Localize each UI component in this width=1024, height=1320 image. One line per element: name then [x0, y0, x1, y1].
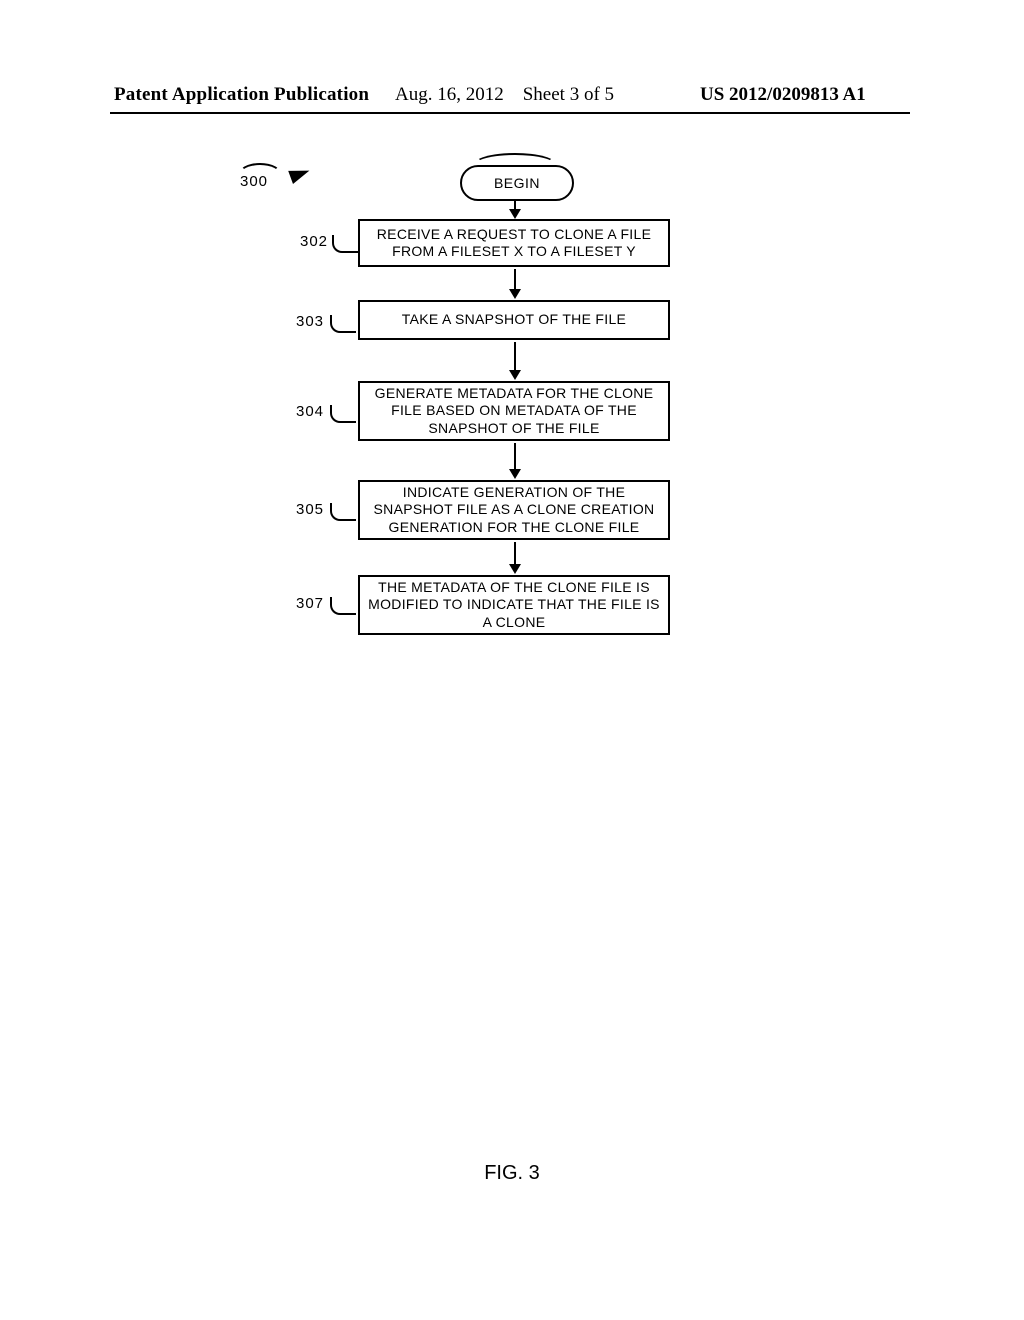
flow-step-302: RECEIVE A REQUEST TO CLONE A FILE FROM A…: [358, 219, 670, 267]
flow-step-307-text: THE METADATA OF THE CLONE FILE IS MODIFI…: [366, 579, 662, 632]
header-rule: [110, 112, 910, 114]
arrow-303-to-304: [514, 342, 516, 378]
flow-step-305: INDICATE GENERATION OF THE SNAPSHOT FILE…: [358, 480, 670, 540]
header-sheet: Sheet 3 of 5: [523, 84, 614, 105]
leader-302-icon: [332, 235, 358, 253]
ref-305: 305: [296, 501, 324, 518]
flow-step-303: TAKE A SNAPSHOT OF THE FILE: [358, 300, 670, 340]
flow-step-307: THE METADATA OF THE CLONE FILE IS MODIFI…: [358, 575, 670, 635]
arc-begin: [473, 153, 557, 165]
ref-303: 303: [296, 313, 324, 330]
arrow-305-to-307: [514, 542, 516, 572]
leader-305-icon: [330, 503, 356, 521]
pointer-300-icon: [288, 164, 312, 184]
flow-step-302-text: RECEIVE A REQUEST TO CLONE A FILE FROM A…: [366, 226, 662, 261]
flow-step-305-text: INDICATE GENERATION OF THE SNAPSHOT FILE…: [366, 484, 662, 537]
ref-302: 302: [300, 233, 328, 250]
flow-step-303-text: TAKE A SNAPSHOT OF THE FILE: [402, 311, 626, 329]
header-pub-number: US 2012/0209813 A1: [700, 84, 866, 106]
ref-307: 307: [296, 595, 324, 612]
leader-307-icon: [330, 597, 356, 615]
leader-303-icon: [330, 315, 356, 333]
flow-begin-label: BEGIN: [494, 175, 540, 191]
ref-304: 304: [296, 403, 324, 420]
flow-step-304: GENERATE METADATA FOR THE CLONE FILE BAS…: [358, 381, 670, 441]
arrow-begin-to-302: [514, 199, 516, 217]
ref-300: 300: [240, 173, 268, 190]
leader-304-icon: [330, 405, 356, 423]
header-left: Patent Application Publication: [114, 84, 369, 106]
header-date: Aug. 16, 2012: [395, 84, 504, 105]
arrow-304-to-305: [514, 443, 516, 477]
arrow-302-to-303: [514, 269, 516, 297]
patent-page: Patent Application Publication Aug. 16, …: [0, 0, 1024, 1320]
header-middle: Aug. 16, 2012 Sheet 3 of 5: [395, 84, 614, 106]
flow-step-304-text: GENERATE METADATA FOR THE CLONE FILE BAS…: [366, 385, 662, 438]
figure-caption: FIG. 3: [0, 1162, 1024, 1185]
flow-begin: BEGIN: [460, 165, 574, 201]
